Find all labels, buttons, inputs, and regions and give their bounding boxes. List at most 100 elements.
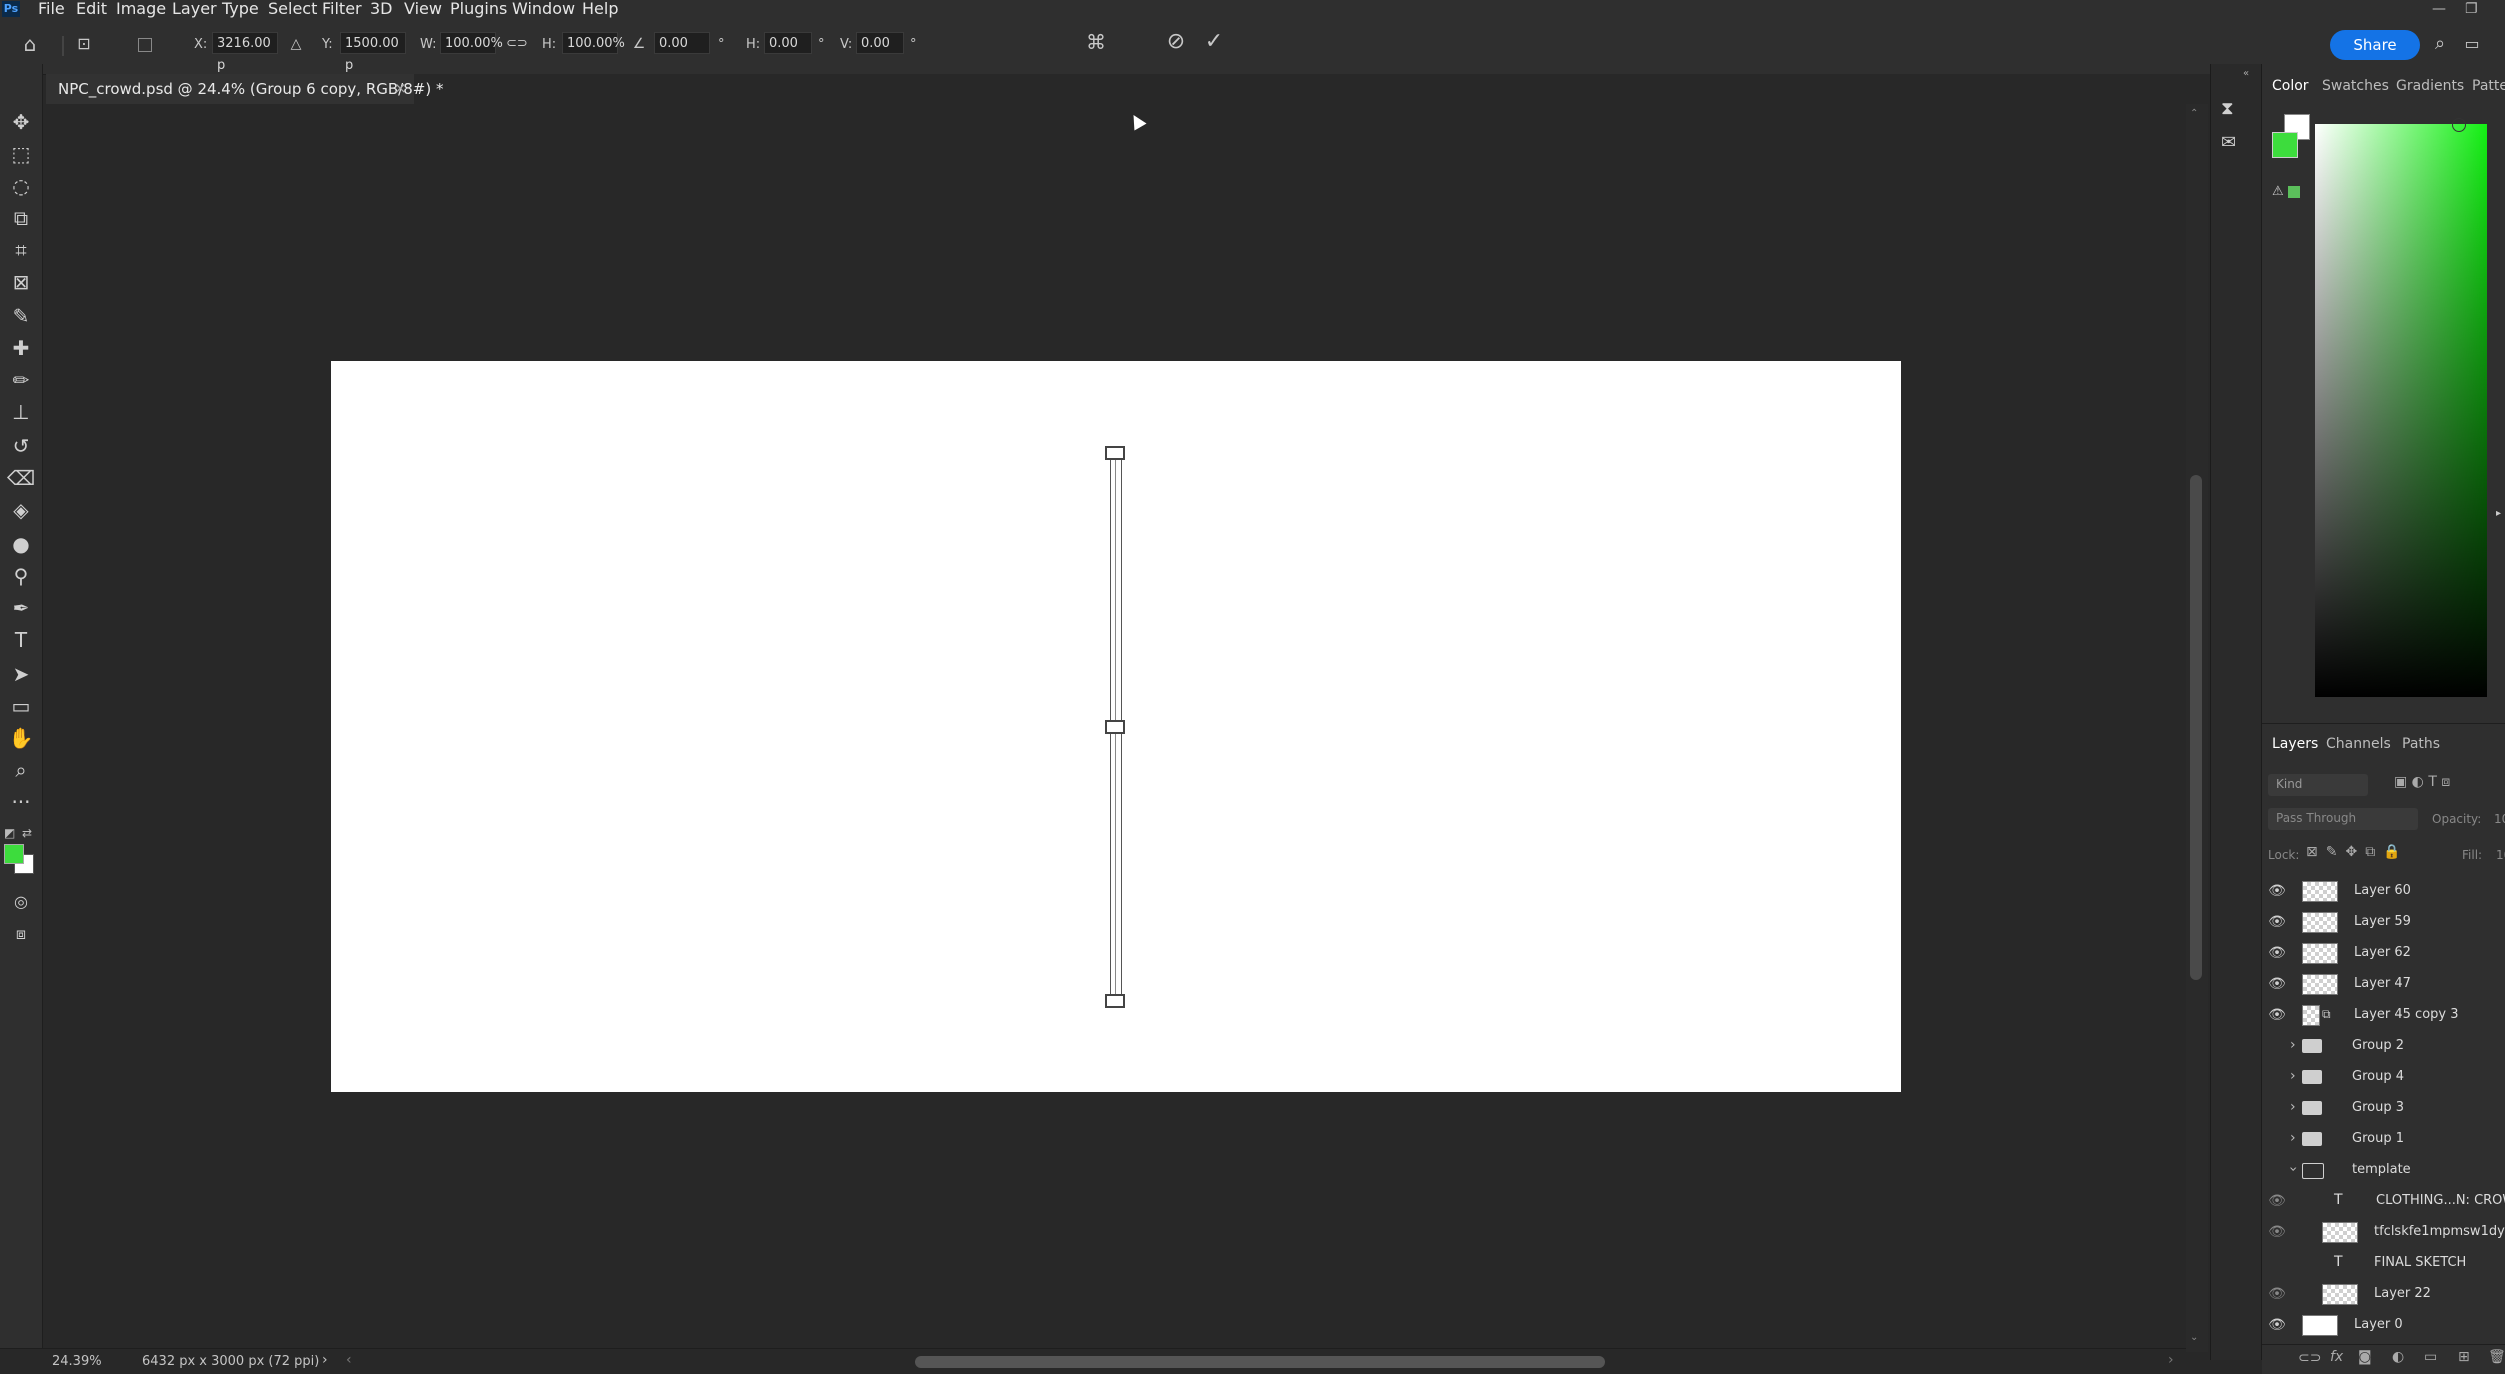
layer-row[interactable]: 👁 Layer 47 [2262, 969, 2505, 1000]
scroll-right-icon[interactable]: › [2168, 1352, 2174, 1368]
menu-file[interactable]: File [38, 0, 65, 18]
commit-transform-icon[interactable]: ✓ [1200, 31, 1228, 53]
eye-icon[interactable]: 👁 [2268, 1008, 2286, 1022]
new-layer-icon[interactable]: ⊞ [2458, 1349, 2470, 1365]
dodge-tool-icon[interactable]: ⚲ [6, 562, 36, 590]
fill-value[interactable]: 10 [2496, 848, 2505, 862]
crop-tool-icon[interactable]: ⌗ [6, 236, 36, 264]
quick-mask-icon[interactable]: ◎ [6, 888, 36, 916]
lasso-tool-icon[interactable]: ◌ [6, 172, 36, 200]
layer-row[interactable]: › Group 4 [2262, 1062, 2505, 1093]
swap-colors-icon[interactable]: ⇄ [22, 826, 32, 840]
comments-panel-icon[interactable]: ✉ [2221, 132, 2236, 153]
transform-handle-bottom[interactable] [1105, 994, 1125, 1008]
gamut-color-swatch[interactable] [2288, 186, 2300, 198]
share-button[interactable]: Share [2330, 30, 2420, 60]
object-selection-tool-icon[interactable]: ⧉ [6, 204, 36, 232]
reference-point-icon[interactable] [138, 38, 152, 52]
menu-edit[interactable]: Edit [76, 0, 107, 18]
link-layers-icon[interactable]: ⊂⊃ [2298, 1350, 2321, 1366]
screen-mode-icon[interactable]: ⧈ [6, 920, 36, 948]
eye-icon[interactable]: 👁 [2268, 1287, 2286, 1301]
eye-icon[interactable]: 👁 [2268, 915, 2286, 929]
more-tools-icon[interactable]: ··· [6, 788, 36, 816]
width-input[interactable]: 100.00% [440, 32, 503, 54]
document-tab[interactable]: NPC_crowd.psd @ 24.4% (Group 6 copy, RGB… [46, 74, 443, 106]
pen-tool-icon[interactable]: ✒ [6, 594, 36, 622]
brush-tool-icon[interactable]: ✏ [6, 366, 36, 394]
panel-foreground-swatch[interactable] [2272, 132, 2298, 158]
collapse-arrow-icon[interactable]: « [2243, 68, 2249, 79]
status-menu-arrow[interactable]: › [322, 1352, 328, 1368]
tab-channels[interactable]: Channels [2326, 736, 2391, 752]
filter-icons[interactable]: ▣ ◐ T ⧈ [2394, 774, 2450, 790]
color-field[interactable] [2315, 124, 2487, 697]
fx-icon[interactable]: fx [2330, 1349, 2343, 1365]
warp-icon[interactable]: ⌘ [1082, 32, 1110, 52]
layer-row[interactable]: 👁 Layer 0 [2262, 1310, 2505, 1341]
tab-swatches[interactable]: Swatches [2322, 78, 2389, 94]
blur-tool-icon[interactable]: ● [6, 530, 36, 558]
eye-icon[interactable]: 👁 [2268, 1194, 2286, 1208]
menu-window[interactable]: Window [512, 0, 575, 18]
workspace-icon[interactable]: ▭ [2460, 34, 2484, 54]
scroll-left-icon[interactable]: ‹ [346, 1352, 352, 1368]
zoom-level[interactable]: 24.39% [52, 1354, 102, 1369]
hand-tool-icon[interactable]: ✋ [6, 724, 36, 752]
vertical-scrollbar-thumb[interactable] [2190, 475, 2202, 980]
eye-icon[interactable]: 👁 [2268, 977, 2286, 991]
opacity-value[interactable]: 10 [2494, 812, 2505, 826]
clone-stamp-tool-icon[interactable]: ⊥ [6, 398, 36, 426]
x-input[interactable]: 3216.00 p [212, 32, 278, 73]
menu-type[interactable]: Type [222, 0, 259, 18]
link-icon[interactable]: ⊂⊃ [506, 34, 528, 54]
new-group-icon[interactable]: ▭ [2424, 1349, 2437, 1365]
eraser-tool-icon[interactable]: ⌫ [6, 464, 36, 492]
menu-plugins[interactable]: Plugins [450, 0, 507, 18]
chevron-right-icon[interactable]: › [2290, 1099, 2296, 1115]
frame-tool-icon[interactable]: ⊠ [6, 268, 36, 296]
layer-row[interactable]: 👁 ⧉ Layer 45 copy 3 [2262, 1000, 2505, 1031]
path-selection-tool-icon[interactable]: ➤ [6, 660, 36, 688]
transform-handle-middle[interactable] [1105, 720, 1125, 734]
delete-layer-icon[interactable]: 🗑 [2488, 1349, 2505, 1365]
transform-handle-top[interactable] [1105, 446, 1125, 460]
eyedropper-tool-icon[interactable]: ✎ [6, 302, 36, 330]
menu-view[interactable]: View [404, 0, 442, 18]
foreground-color-swatch[interactable] [4, 844, 24, 864]
menu-image[interactable]: Image [116, 0, 166, 18]
chevron-right-icon[interactable]: › [2290, 1130, 2296, 1146]
layer-row[interactable]: › Group 3 [2262, 1093, 2505, 1124]
eye-icon[interactable]: 👁 [2268, 946, 2286, 960]
cancel-transform-icon[interactable]: ⊘ [1162, 31, 1190, 53]
zoom-tool-icon[interactable]: ⌕ [6, 756, 36, 784]
y-input[interactable]: 1500.00 p [340, 32, 406, 73]
blend-mode-select[interactable]: Pass Through [2268, 808, 2418, 830]
minimize-icon[interactable]: — [2432, 0, 2446, 18]
history-panel-icon[interactable]: ⧗ [2221, 98, 2234, 119]
height-input[interactable]: 100.00% [562, 32, 625, 54]
layer-row[interactable]: 👁 tfclskfe1mpmsw1dy7wa [2262, 1217, 2505, 1248]
type-tool-icon[interactable]: T [6, 626, 36, 654]
layer-row[interactable]: 👁 Layer 62 [2262, 938, 2505, 969]
menu-help[interactable]: Help [582, 0, 618, 18]
vskew-input[interactable]: 0.00 [856, 32, 904, 54]
gamut-warning-icon[interactable]: ⚠ [2272, 184, 2284, 199]
hskew-input[interactable]: 0.00 [764, 32, 812, 54]
layer-row[interactable]: 👁 T CLOTHING...N: CROWD [2262, 1186, 2505, 1217]
lock-icons[interactable]: ⊠✎✥⧉🔒 [2306, 844, 2409, 860]
layer-row[interactable]: › Group 2 [2262, 1031, 2505, 1062]
horizontal-scrollbar-thumb[interactable] [915, 1356, 1605, 1368]
chevron-right-icon[interactable]: › [2290, 1037, 2296, 1053]
add-mask-icon[interactable]: ◙ [2358, 1349, 2372, 1365]
tab-patterns[interactable]: Patterns [2472, 78, 2505, 94]
adjustment-layer-icon[interactable]: ◐ [2392, 1349, 2404, 1365]
healing-brush-tool-icon[interactable]: ✚ [6, 334, 36, 362]
tab-layers[interactable]: Layers [2272, 736, 2318, 752]
eye-icon[interactable]: 👁 [2268, 1225, 2286, 1239]
menu-3d[interactable]: 3D [370, 0, 393, 18]
default-colors-icon[interactable]: ◩ [4, 826, 15, 840]
paint-bucket-tool-icon[interactable]: ◈ [6, 496, 36, 524]
menu-layer[interactable]: Layer [172, 0, 217, 18]
color-picker-marker[interactable] [2452, 118, 2466, 132]
